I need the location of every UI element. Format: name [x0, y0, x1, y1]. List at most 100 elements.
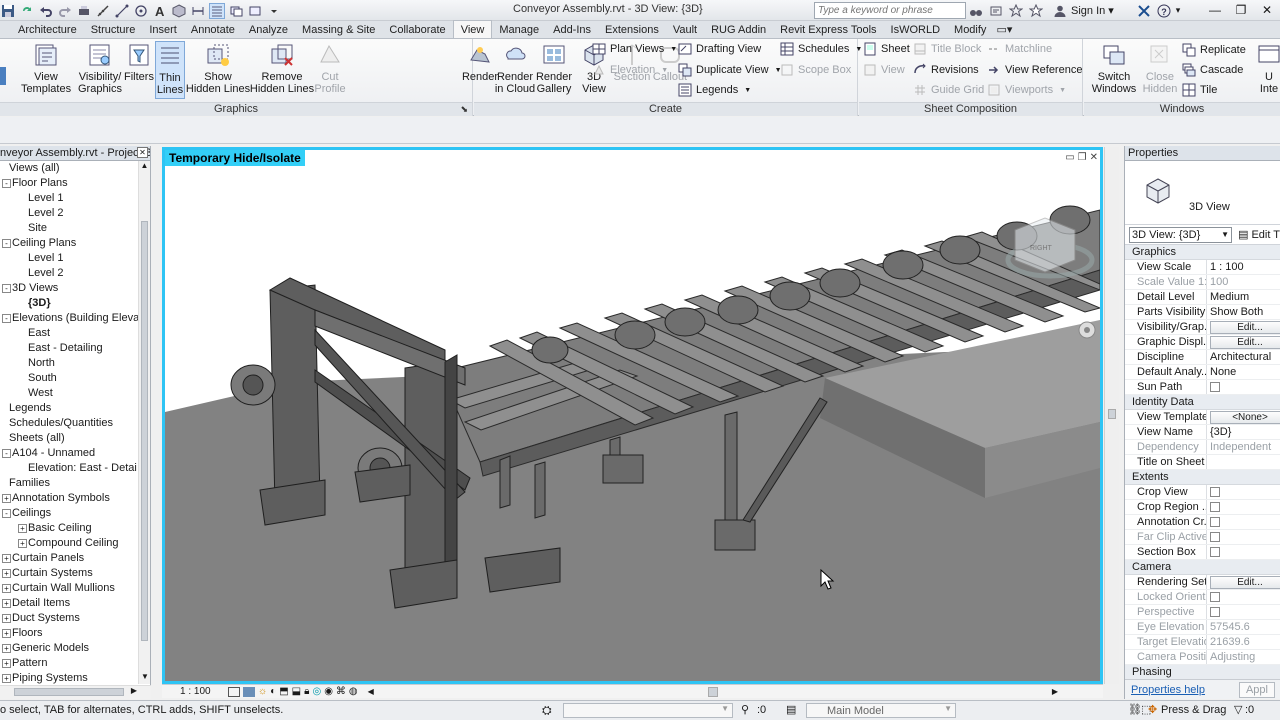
help-dropdown-icon[interactable]: ▾ — [1176, 5, 1181, 16]
default-3d-icon[interactable] — [171, 3, 187, 19]
property-value[interactable] — [1207, 455, 1280, 469]
expand-icon[interactable]: + — [2, 494, 11, 503]
tab-rug-addin[interactable]: RUG Addin — [704, 21, 773, 38]
browser-node[interactable]: + Floors — [0, 626, 138, 641]
property-checkbox[interactable] — [1210, 487, 1220, 498]
browser-node[interactable]: South — [0, 371, 138, 386]
switch-windows-icon[interactable] — [247, 3, 263, 19]
tab-structure[interactable]: Structure — [84, 21, 143, 38]
measure-icon[interactable] — [95, 3, 111, 19]
close-hidden-icon[interactable] — [228, 3, 244, 19]
exchange-apps-icon[interactable] — [1136, 3, 1152, 19]
property-group-header[interactable]: Extents — [1125, 470, 1280, 485]
title-block-button[interactable]: Title Block — [913, 41, 981, 57]
press-drag-icon[interactable]: ✥ — [1148, 703, 1157, 716]
property-group-header[interactable]: Graphics — [1125, 245, 1280, 260]
expand-icon[interactable]: + — [18, 524, 27, 533]
view-vertical-scrollbar[interactable] — [1104, 147, 1119, 684]
tab-modify[interactable]: Modify — [947, 21, 993, 38]
property-edit-button[interactable]: Edit... — [1210, 336, 1280, 349]
property-value[interactable]: 1 : 100 — [1207, 260, 1280, 274]
visibility-graphics-button[interactable]: Visibility/ Graphics — [77, 41, 123, 95]
cut-profile-button[interactable]: Cut Profile — [314, 41, 346, 95]
design-options-icon[interactable]: ▤ — [786, 703, 796, 716]
property-value[interactable]: None — [1207, 365, 1280, 379]
browser-node[interactable]: North — [0, 356, 138, 371]
show-hidden-lines-button[interactable]: Show Hidden Lines — [186, 41, 250, 95]
close-hidden-button[interactable]: Close Hidden — [1140, 41, 1180, 95]
scroll-right-icon[interactable]: ▶ — [1052, 687, 1058, 696]
view-horizontal-scroll-thumb[interactable] — [707, 686, 718, 697]
property-value[interactable]: {3D} — [1207, 425, 1280, 439]
property-value[interactable] — [1207, 500, 1280, 514]
replicate-button[interactable]: Replicate — [1182, 42, 1246, 58]
scroll-thumb[interactable] — [14, 688, 124, 696]
browser-horizontal-scrollbar[interactable]: ▶ — [0, 685, 151, 699]
property-group-header[interactable]: Camera — [1125, 560, 1280, 575]
cascade-button[interactable]: Cascade — [1182, 62, 1243, 78]
print-icon[interactable] — [76, 3, 92, 19]
tab-massing-site[interactable]: Massing & Site — [295, 21, 382, 38]
property-value[interactable]: Show Both — [1207, 305, 1280, 319]
apply-button[interactable]: Appl — [1238, 681, 1275, 698]
scroll-down-icon[interactable]: ▼ — [139, 672, 151, 684]
close-icon[interactable]: ✕ — [137, 147, 148, 158]
reveal-hidden-icon[interactable]: ◉ — [324, 686, 333, 697]
browser-node[interactable]: + Duct Systems — [0, 611, 138, 626]
collapse-icon[interactable]: - — [2, 449, 11, 458]
close-icon[interactable]: ✕ — [1090, 152, 1098, 163]
select-links-icon[interactable]: ⛓ — [1128, 703, 1142, 716]
tab-insert[interactable]: Insert — [142, 21, 184, 38]
scroll-left-icon[interactable]: ◀ — [368, 687, 374, 696]
properties-help-link[interactable]: Properties help — [1131, 684, 1205, 696]
property-value[interactable] — [1207, 545, 1280, 559]
browser-node[interactable]: Site — [0, 221, 138, 236]
tab-view[interactable]: View — [452, 20, 493, 38]
expand-icon[interactable]: + — [2, 614, 11, 623]
visual-style-icon[interactable] — [243, 686, 255, 697]
browser-node[interactable]: + Curtain Wall Mullions — [0, 581, 138, 596]
property-value[interactable]: Architectural — [1207, 350, 1280, 364]
temporary-hide-isolate-icon[interactable]: ◎ — [312, 686, 321, 697]
property-checkbox[interactable] — [1210, 502, 1220, 513]
sun-path-icon[interactable]: ☼ — [258, 686, 267, 697]
worksets-icon[interactable]: ⛭ — [542, 703, 552, 718]
qat-dropdown-icon[interactable] — [266, 3, 282, 19]
tab-revit-express-tools[interactable]: Revit Express Tools — [773, 21, 883, 38]
show-crop-region-icon[interactable]: ⬓ — [292, 686, 301, 697]
browser-node[interactable]: -Families — [0, 476, 138, 491]
ribbon-minimize-icon[interactable]: ▭▾ — [993, 21, 1015, 38]
detail-level-icon[interactable] — [228, 686, 240, 697]
collapse-icon[interactable]: - — [2, 509, 11, 518]
dialog-launcher-icon[interactable]: ⬊ — [460, 103, 468, 116]
tab-analyze[interactable]: Analyze — [242, 21, 295, 38]
binoculars-icon[interactable] — [968, 3, 984, 19]
restore-icon[interactable]: ❐ — [1078, 152, 1087, 163]
property-value[interactable] — [1207, 380, 1280, 394]
expand-icon[interactable]: + — [2, 569, 11, 578]
search-input[interactable] — [815, 3, 965, 18]
view-templates-button[interactable]: View Templates — [21, 41, 71, 95]
browser-node[interactable]: + Piping Systems — [0, 671, 138, 684]
expand-icon[interactable]: + — [2, 659, 11, 668]
property-value[interactable]: Medium — [1207, 290, 1280, 304]
browser-node[interactable]: Level 1 — [0, 251, 138, 266]
browser-vertical-scrollbar[interactable]: ▲ ▼ — [138, 161, 150, 684]
property-group-header[interactable]: Identity Data — [1125, 395, 1280, 410]
property-value[interactable] — [1207, 515, 1280, 529]
close-icon[interactable]: ✕ — [1254, 0, 1280, 19]
thin-lines-button[interactable]: Thin Lines — [155, 41, 185, 99]
tile-button[interactable]: Tile — [1182, 82, 1217, 98]
tag-icon[interactable] — [133, 3, 149, 19]
property-group-header[interactable]: Phasing — [1125, 665, 1280, 680]
render-in-cloud-button[interactable]: Render in Cloud — [494, 41, 536, 95]
property-checkbox[interactable] — [1210, 532, 1220, 543]
analytical-model-icon[interactable]: ⌘ — [336, 686, 346, 697]
collapse-icon[interactable]: - — [2, 284, 11, 293]
scroll-thumb[interactable] — [1108, 409, 1116, 419]
undo-icon[interactable] — [38, 3, 54, 19]
filter-icon[interactable]: ▽ — [1234, 703, 1242, 716]
browser-node[interactable]: East - Detailing — [0, 341, 138, 356]
text-icon[interactable]: A — [152, 3, 168, 19]
browser-node[interactable]: Level 2 — [0, 206, 138, 221]
